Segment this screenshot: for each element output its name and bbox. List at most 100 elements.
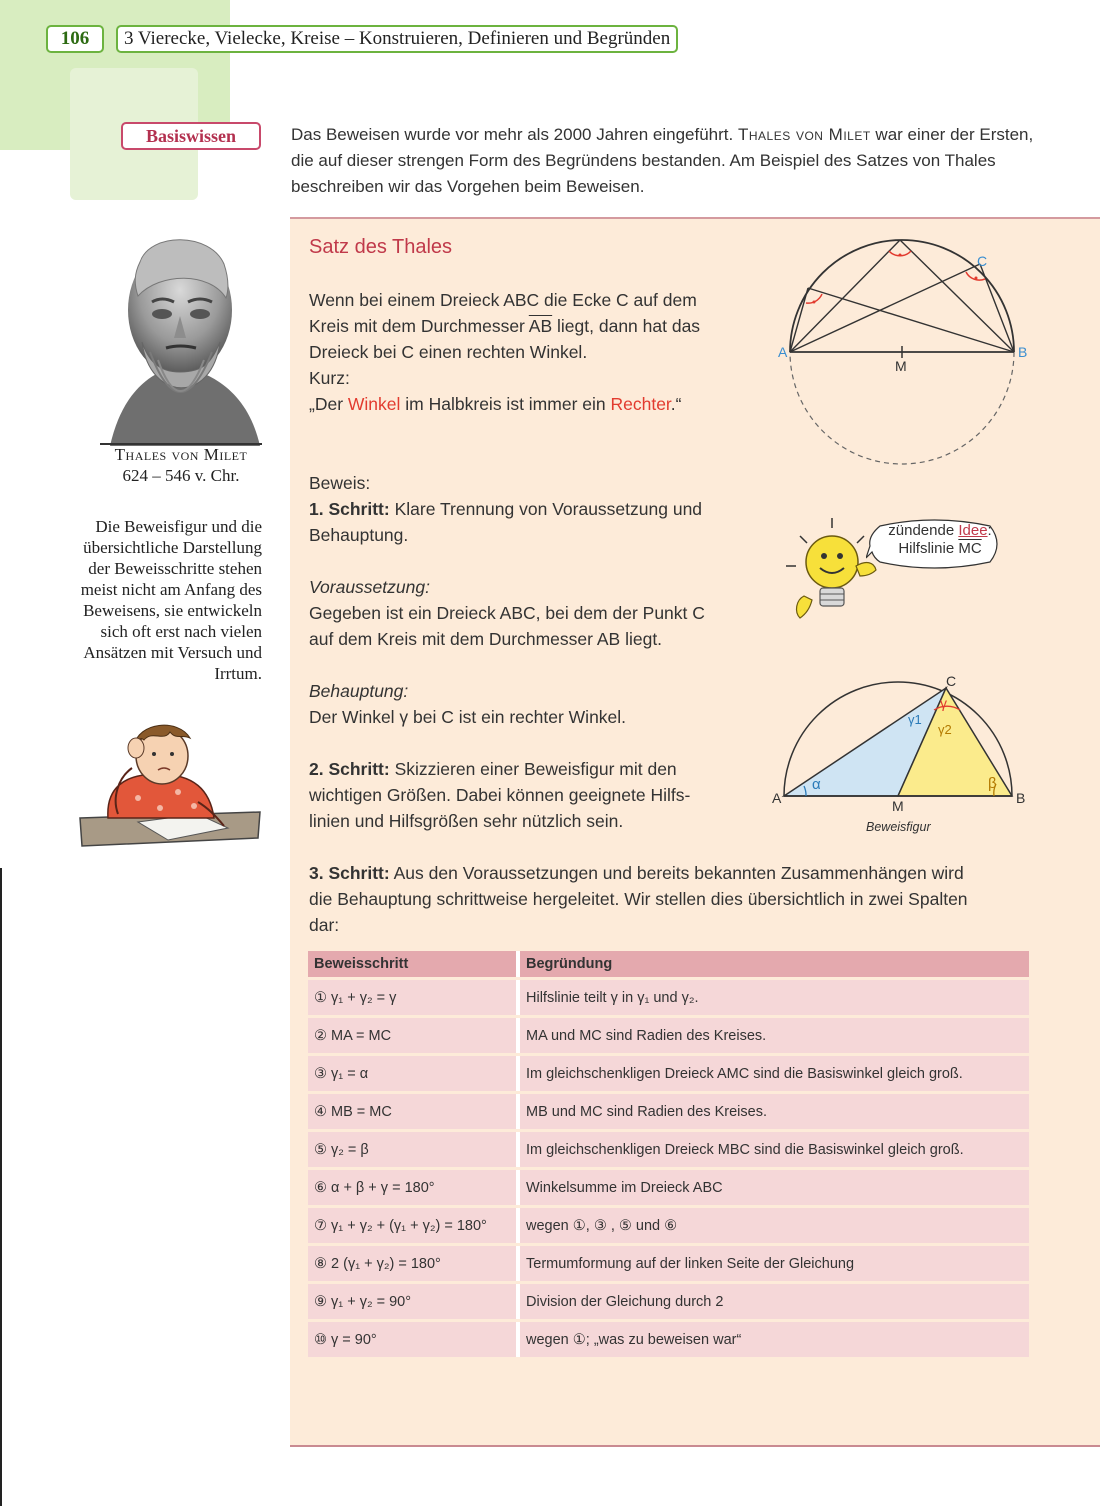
table-row: ③ γ₁ = α Im gleichschenkligen Dreieck AM… [308,1056,1029,1091]
fig1-label-a: A [778,344,788,360]
table-row: ⑥ α + β + γ = 180° Winkelsumme im Dreiec… [308,1170,1029,1205]
quote-b: im Halbkreis ist immer ein [405,394,606,414]
table-row: ② MA = MC MA und MC sind Radien des Krei… [308,1018,1029,1053]
idea-word1: zündende [888,522,955,539]
idea-word2: Idee [958,522,988,539]
portrait-years: 624 – 546 v. Chr. [122,466,240,485]
step2-line3: linien und Hilfsgrößen sehr nützlich sei… [309,811,624,831]
intro-paragraph: Das Beweisen wurde vor mehr als 2000 Jah… [291,122,1051,200]
idea-line1: zündende Idee: [880,522,1000,540]
quote-rechter: Rechter [610,394,671,414]
thales-bust-image [100,232,262,446]
table-cell-reason: Im gleichschenkligen Dreieck MBC sind di… [520,1132,1029,1167]
fig1-label-b: B [1018,344,1027,360]
portrait-caption: Thales von Milet 624 – 546 v. Chr. [100,444,262,486]
table-cell-step: ⑧ 2 (γ₁ + γ₂) = 180° [308,1246,520,1281]
table-cell-reason: wegen ①; „was zu beweisen war“ [520,1322,1029,1357]
table-cell-step: ⑩ γ = 90° [308,1322,520,1357]
theorem-line-1: Wenn bei einem Dreieck ABC die Ecke C au… [309,290,697,310]
fig2-label-c: C [946,673,956,689]
table-header-step: Beweisschritt [308,951,520,977]
table-cell-step: ④ MB = MC [308,1094,520,1129]
page-edge-line [0,868,2,1506]
table-cell-reason: Termumformung auf der linken Seite der G… [520,1246,1029,1281]
table-cell-step: ② MA = MC [308,1018,520,1053]
quote-c: .“ [670,394,682,414]
voraussetzung-label: Voraussetzung: [309,577,430,597]
fig2-gamma1: γ1 [908,712,922,727]
step3-line3: dar: [309,915,340,935]
table-cell-step: ⑦ γ₁ + γ₂ + (γ₁ + γ₂) = 180° [308,1208,520,1243]
table-row: ⑩ γ = 90° wegen ①; „was zu beweisen war“ [308,1322,1029,1357]
table-row: ④ MB = MC MB und MC sind Radien des Krei… [308,1094,1029,1129]
table-cell-reason: Division der Gleichung durch 2 [520,1284,1029,1319]
step3: 3. Schritt: Aus den Voraussetzungen und … [309,860,1049,886]
behauptung-text: Der Winkel γ bei C ist ein rechter Winke… [309,707,627,727]
theorem-line-2a: Kreis mit dem Durchmesser [309,316,525,336]
table-cell-reason: MA und MC sind Radien des Kreises. [520,1018,1029,1053]
step2-line1: Skizzieren einer Beweisfigur mit den [394,759,677,779]
quote-winkel: Winkel [347,394,401,414]
table-row: ⑦ γ₁ + γ₂ + (γ₁ + γ₂) = 180° wegen ①, ③ … [308,1208,1029,1243]
fig2-label-m: M [892,798,904,814]
idea-colon: : [987,522,992,539]
fig1-label-m: M [895,358,907,374]
fig2-gamma2: γ2 [938,722,952,737]
step2: 2. Schritt: Skizzieren einer Beweisfigur… [309,756,779,782]
step1-label: 1. Schritt: [309,499,390,519]
beweis-label: Beweis: [309,473,371,493]
fig1-label-c: C [977,253,987,269]
theorem-quote: „Der Winkel im Halbkreis ist immer ein R… [309,391,769,417]
idea-text: zündende Idee: Hilfslinie MC [880,522,1000,558]
table-cell-step: ⑤ γ₂ = β [308,1132,520,1167]
behauptung-label: Behauptung: [309,681,409,701]
proof-text: Beweis: 1. Schritt: Klare Trennung von V… [309,470,779,834]
table-cell-step: ③ γ₁ = α [308,1056,520,1091]
theorem-title: Satz des Thales [309,236,453,258]
intro-name: Thales von Milet [737,125,871,144]
theorem-text: Wenn bei einem Dreieck ABC die Ecke C au… [309,287,769,417]
table-row: ① γ₁ + γ₂ = γ Hilfslinie teilt γ in γ₁ u… [308,980,1029,1015]
step3-line2: die Behauptung schrittweise hergeleitet.… [309,889,968,909]
fig2-label-a: A [772,790,782,806]
table-cell-reason: Im gleichschenkligen Dreieck AMC sind di… [520,1056,1029,1091]
fig2-label-b: B [1016,790,1025,806]
table-cell-reason: MB und MC sind Radien des Kreises. [520,1094,1029,1129]
table-row: ⑧ 2 (γ₁ + γ₂) = 180° Termumformung auf d… [308,1246,1029,1281]
table-header-reason: Begründung [520,951,1029,977]
table-row: ⑨ γ₁ + γ₂ = 90° Division der Gleichung d… [308,1284,1029,1319]
step1-line2: Behauptung. [309,525,409,545]
table-header-row: Beweisschritt Begründung [308,951,1029,977]
step3-text: 3. Schritt: Aus den Voraussetzungen und … [309,860,1049,938]
table-cell-reason: Winkelsumme im Dreieck ABC [520,1170,1029,1205]
table-cell-step: ⑨ γ₁ + γ₂ = 90° [308,1284,520,1319]
page-number: 106 [46,25,104,53]
table-cell-reason: wegen ①, ③ , ⑤ und ⑥ [520,1208,1029,1243]
idea-line2: Hilfslinie MC [880,540,1000,558]
basiswissen-badge: Basiswissen [121,122,261,150]
theorem-kurz: Kurz: [309,368,350,388]
theorem-line-3: Dreieck bei C einen rechten Winkel. [309,342,588,362]
idea-hint-a: Hilfslinie [898,540,955,557]
table-cell-step: ① γ₁ + γ₂ = γ [308,980,520,1015]
idea-hint-b: MC [958,540,982,557]
margin-note: Die Beweisfigur und die übersichtliche D… [80,517,262,683]
step2-label: 2. Schritt: [309,759,390,779]
thales-circle-figure: A B C M [778,239,1027,465]
fig2-gamma: γ [940,695,947,711]
portrait-name: Thales von Milet [114,445,248,464]
thinking-student-illustration [79,724,261,847]
proof-table: Beweisschritt Begründung ① γ₁ + γ₂ = γ H… [308,948,1029,1360]
fig2-caption: Beweisfigur [866,820,931,834]
table-cell-step: ⑥ α + β + γ = 180° [308,1170,520,1205]
fig2-beta: β [988,775,997,792]
step3-line1: Aus den Voraussetzungen und bereits beka… [393,863,964,883]
beweisfigur: α β γ γ1 γ2 A B C M Beweisfigur [772,673,1025,834]
table-row: ⑤ γ₂ = β Im gleichschenkligen Dreieck MB… [308,1132,1029,1167]
theorem-line-2: Kreis mit dem Durchmesser AB liegt, dann… [309,313,769,339]
step2-line2: wichtigen Größen. Dabei können geeignete… [309,785,691,805]
theorem-line-2b: liegt, dann hat das [557,316,701,336]
quote-a: „Der [309,394,344,414]
voraussetzung-line1: Gegeben ist ein Dreieck ABC, bei dem der… [309,603,705,623]
step3-label: 3. Schritt: [309,863,390,883]
